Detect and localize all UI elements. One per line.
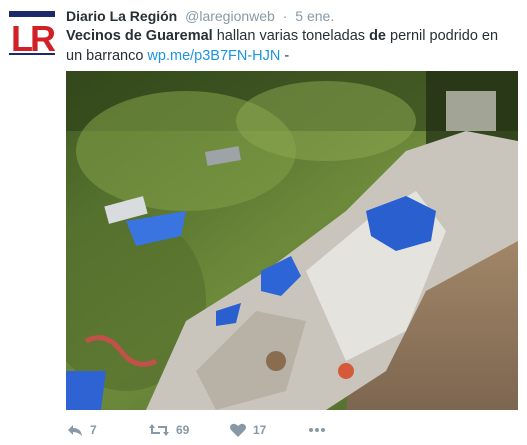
like-action[interactable]: 17: [229, 420, 266, 440]
logo-text: LR: [11, 18, 56, 57]
like-count: 17: [253, 423, 267, 437]
reply-action[interactable]: 7: [66, 420, 97, 440]
more-icon: [309, 428, 325, 432]
retweet-count: 69: [176, 423, 190, 437]
reply-icon: [68, 425, 82, 436]
tweet-text-4: -: [280, 48, 290, 64]
separator-dot: ·: [282, 8, 288, 24]
trash-ravine-image: [66, 71, 518, 410]
retweet-icon: [149, 424, 169, 436]
tweet-text-bold-2: de: [369, 28, 386, 44]
retweet-action[interactable]: 69: [148, 420, 189, 440]
diario-la-region-logo: LR: [8, 9, 59, 59]
reply-count: 7: [90, 423, 97, 437]
heart-icon: [230, 423, 246, 437]
avatar[interactable]: LR: [8, 9, 59, 59]
tweet-photo[interactable]: [66, 71, 518, 410]
tweet-timestamp[interactable]: 5 ene.: [295, 8, 334, 24]
tweet-text-bold-1: Vecinos de Guaremal: [66, 28, 213, 44]
tweet-text: Vecinos de Guaremal hallan varias tonela…: [66, 26, 518, 66]
author-name[interactable]: Diario La Región: [66, 8, 177, 24]
tweet-link[interactable]: wp.me/p3B7FN-HJN: [147, 48, 280, 64]
author-handle[interactable]: @laregionweb: [185, 8, 275, 24]
tweet-header: Diario La Región @laregionweb · 5 ene.: [66, 6, 519, 26]
more-action[interactable]: [307, 420, 327, 440]
tweet-text-2: hallan varias toneladas: [212, 28, 370, 44]
